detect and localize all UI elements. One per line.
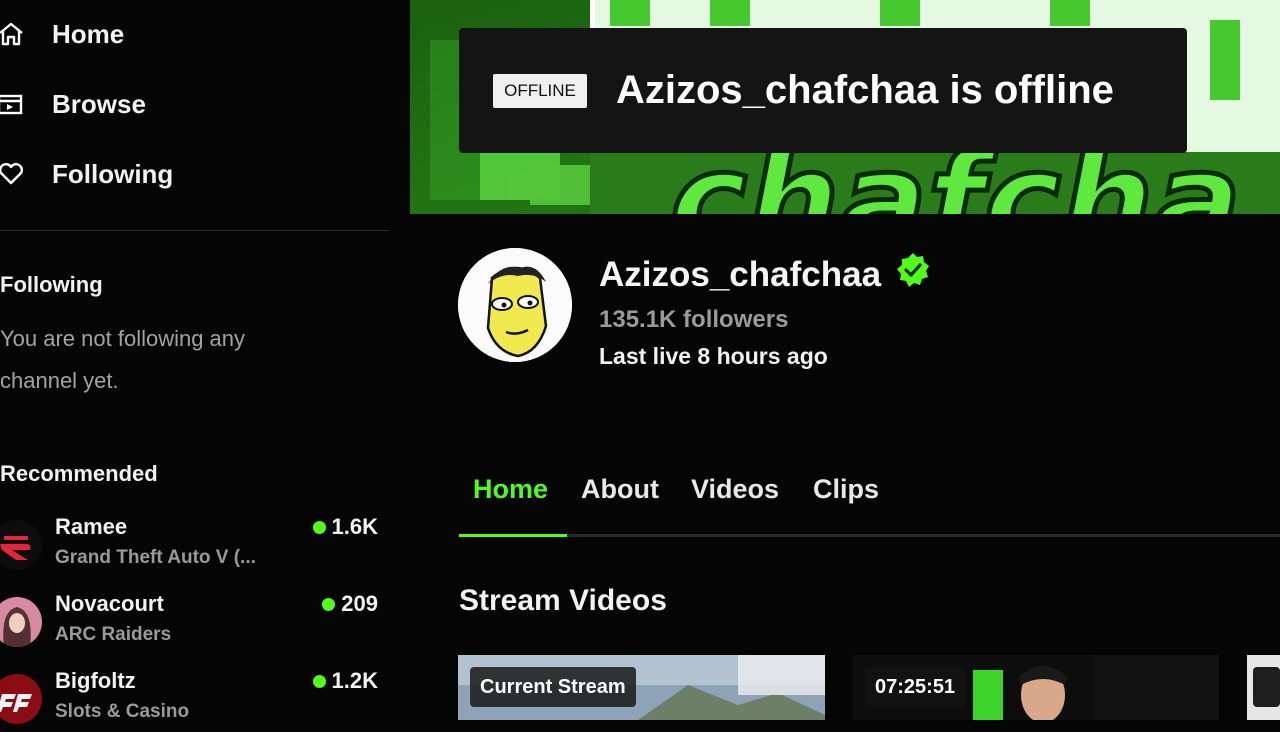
tab-clips[interactable]: Clips xyxy=(813,474,879,505)
recommended-channel-name: Novacourt xyxy=(55,591,164,616)
recommended-channel-name: Bigfoltz xyxy=(55,668,136,693)
recommended-section-title: Recommended xyxy=(0,461,158,486)
video-thumbnail xyxy=(1247,655,1280,720)
live-indicator-icon xyxy=(312,674,326,688)
channel-tabs: Home About Videos Clips xyxy=(459,474,1280,538)
recommended-channel-bigfoltz[interactable]: Bigfoltz Slots & Casino 1.2K xyxy=(0,668,389,732)
avatar xyxy=(0,520,42,570)
heart-icon xyxy=(0,161,24,187)
nav-browse[interactable]: Browse xyxy=(0,84,146,124)
recommended-channel-novacourt[interactable]: Novacourt ARC Raiders 209 xyxy=(0,591,389,655)
nav-browse-label: Browse xyxy=(52,88,146,119)
video-card[interactable]: 07:25:51 xyxy=(853,655,1219,720)
verified-badge-icon xyxy=(895,252,931,297)
offline-message: Azizos_chafchaa is offline xyxy=(616,68,1114,112)
nav-home[interactable]: Home xyxy=(0,14,124,54)
following-section-title: Following xyxy=(0,272,103,297)
recommended-channel-ramee[interactable]: Ramee Grand Theft Auto V (... 1.6K xyxy=(0,514,389,578)
avatar xyxy=(0,674,42,724)
last-live-status: Last live 8 hours ago xyxy=(599,343,828,369)
stream-videos-heading: Stream Videos xyxy=(459,584,667,617)
sidebar: Home Browse Following Following You are … xyxy=(0,0,400,724)
browse-icon xyxy=(0,91,24,117)
recommended-channel-category: ARC Raiders xyxy=(55,624,172,645)
offline-badge: OFFLINE xyxy=(493,74,587,108)
avatar xyxy=(0,597,42,647)
following-empty-text: You are not following any channel yet. xyxy=(0,326,246,393)
follower-count: 135.1K followers xyxy=(599,306,789,333)
video-card[interactable] xyxy=(1247,655,1280,720)
live-indicator-icon xyxy=(312,520,326,534)
nav-following-label: Following xyxy=(52,158,174,189)
viewer-count-text: 209 xyxy=(341,591,378,616)
sidebar-divider xyxy=(0,230,389,231)
nav-following[interactable]: Following xyxy=(0,154,173,194)
viewer-count: 209 xyxy=(322,591,378,617)
viewer-count-text: 1.2K xyxy=(331,668,378,693)
recommended-channel-category: Grand Theft Auto V (... xyxy=(55,547,256,568)
tabs-divider xyxy=(459,534,1280,537)
live-indicator-icon xyxy=(322,597,336,611)
channel-avatar[interactable] xyxy=(458,248,572,362)
recommended-channel-name: Ramee xyxy=(55,514,128,539)
home-icon xyxy=(0,21,24,47)
tab-videos[interactable]: Videos xyxy=(691,474,779,505)
video-label: Current Stream xyxy=(470,667,636,707)
video-duration: 07:25:51 xyxy=(865,667,966,707)
nav-home-label: Home xyxy=(52,18,125,49)
tab-home[interactable]: Home xyxy=(473,474,548,505)
viewer-count: 1.2K xyxy=(312,668,378,694)
viewer-count: 1.6K xyxy=(312,514,378,540)
offline-notice: OFFLINE Azizos_chafchaa is offline xyxy=(459,28,1187,153)
active-tab-indicator xyxy=(459,534,567,537)
channel-name: Azizos_chafchaa xyxy=(599,252,931,297)
video-card[interactable]: Current Stream xyxy=(458,655,825,720)
channel-name-text: Azizos_chafchaa xyxy=(599,254,882,294)
tab-about[interactable]: About xyxy=(581,474,659,505)
viewer-count-text: 1.6K xyxy=(331,514,378,539)
